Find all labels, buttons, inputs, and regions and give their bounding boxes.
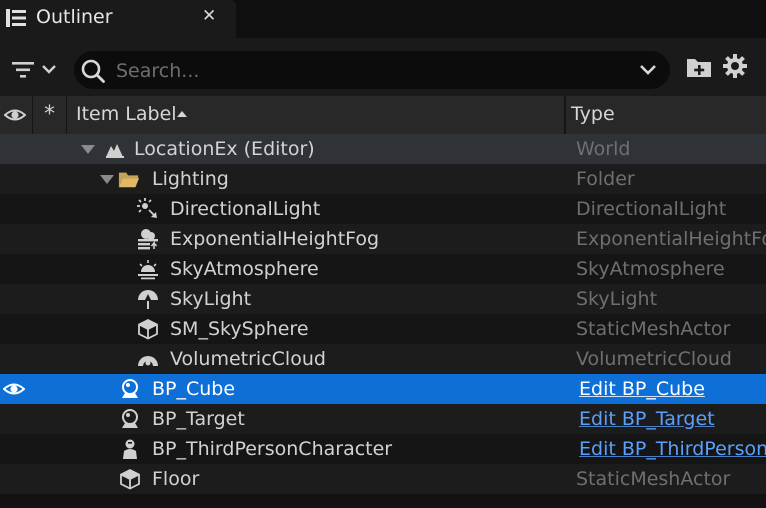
filter-icon[interactable] [10,56,62,84]
row-label: SM_SkySphere [170,318,309,340]
row-label: Floor [152,468,200,490]
directional-light-icon [137,198,157,218]
gear-icon[interactable] [722,53,748,79]
static-mesh-icon [138,318,158,340]
row-type: StaticMeshActor [576,468,731,490]
row-label: BP_Target [152,408,245,430]
tree-row-world[interactable]: LocationEx (Editor) World [0,134,766,164]
sort-ascending-icon [177,111,187,117]
tree-row-bp-third-person[interactable]: BP_ThirdPersonCharacter Edit BP_ThirdPer… [0,434,766,464]
eye-icon [4,109,26,121]
tree-row-folder[interactable]: Lighting Folder [0,164,766,194]
row-type: SkyAtmosphere [576,258,725,280]
tree-row-sky-sphere[interactable]: SM_SkySphere StaticMeshActor [0,314,766,344]
search-icon [81,59,105,83]
fog-icon [138,229,158,250]
tree-row-bp-cube[interactable]: BP_Cube Edit BP_Cube [0,374,766,404]
tab-outliner[interactable]: Outliner ✕ [0,0,236,38]
row-label: BP_ThirdPersonCharacter [152,438,393,460]
row-label: Lighting [152,168,229,190]
column-header: * Item Label Type [0,96,766,134]
add-folder-icon[interactable] [686,55,712,79]
toolbar [0,38,766,96]
search-box[interactable] [74,51,670,89]
tree-row-fog[interactable]: ExponentialHeightFog ExponentialHeightFo… [0,224,766,254]
row-label: VolumetricCloud [170,348,326,370]
tab-title: Outliner [36,6,113,28]
eye-icon[interactable] [3,380,25,398]
row-type: Folder [576,168,635,190]
folder-icon [118,172,140,188]
outliner-icon [6,9,26,27]
character-icon [123,439,137,459]
row-label: SkyAtmosphere [170,258,319,280]
tree-row-directional-light[interactable]: DirectionalLight DirectionalLight [0,194,766,224]
edit-blueprint-link[interactable]: Edit BP_Cube [579,378,766,400]
search-input[interactable] [114,55,638,87]
header-type[interactable]: Type [571,103,615,125]
chevron-down-icon[interactable] [638,62,658,78]
tree-row-volumetric-cloud[interactable]: VolumetricCloud VolumetricCloud [0,344,766,374]
header-visibility-column[interactable] [0,96,33,134]
edit-blueprint-link[interactable]: Edit BP_ThirdPerson [579,438,766,460]
row-label: BP_Cube [152,378,236,400]
tree-row-bp-target[interactable]: BP_Target Edit BP_Target [0,404,766,434]
row-type: SkyLight [576,288,658,310]
row-label: DirectionalLight [170,198,321,220]
tree-row-floor[interactable]: Floor StaticMeshActor [0,464,766,494]
horizontal-scrollbar[interactable] [0,494,766,508]
expand-arrow-icon[interactable] [100,175,114,184]
row-type: World [576,138,631,160]
blueprint-icon [122,409,138,428]
column-divider[interactable] [564,96,566,134]
header-item-label[interactable]: Item Label [76,103,177,125]
static-mesh-icon [120,468,140,490]
row-label: SkyLight [170,288,252,310]
close-icon[interactable]: ✕ [202,6,216,26]
cloud-icon [138,356,158,366]
blueprint-icon [122,379,138,398]
row-type: DirectionalLight [576,198,727,220]
edit-blueprint-link[interactable]: Edit BP_Target [579,408,766,430]
header-pin-column[interactable]: * [33,96,67,134]
tree-row-sky-light[interactable]: SkyLight SkyLight [0,284,766,314]
sky-light-icon [138,290,158,309]
tab-bar: Outliner ✕ [0,0,766,38]
row-label: ExponentialHeightFog [170,228,380,250]
row-type: VolumetricCloud [576,348,732,370]
expand-arrow-icon[interactable] [81,145,95,154]
row-type: StaticMeshActor [576,318,731,340]
sky-atmosphere-icon [138,260,158,280]
row-type: ExponentialHeightFog [576,228,766,250]
world-icon [106,144,124,158]
tree-row-sky-atmosphere[interactable]: SkyAtmosphere SkyAtmosphere [0,254,766,284]
row-label: LocationEx (Editor) [134,138,315,160]
